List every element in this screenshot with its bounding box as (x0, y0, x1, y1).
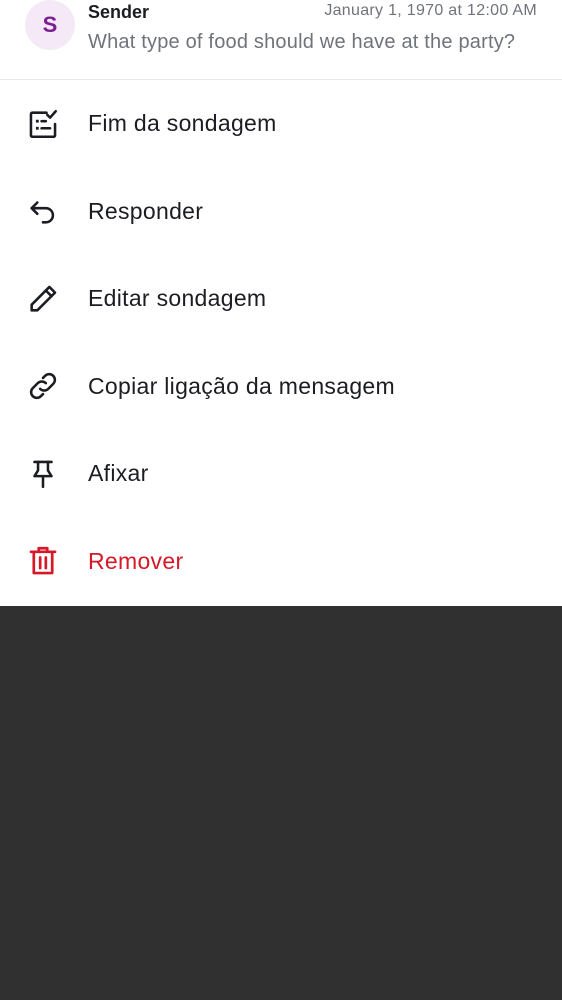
pencil-icon (26, 282, 60, 316)
action-menu: Fim da sondagem Responder Editar sondage… (0, 80, 562, 605)
menu-item-edit-poll[interactable]: Editar sondagem (0, 255, 562, 343)
menu-item-pin[interactable]: Afixar (0, 430, 562, 518)
message-header: S Sender January 1, 1970 at 12:00 AM Wha… (0, 0, 562, 80)
pin-icon (26, 457, 60, 491)
menu-item-label: Copiar ligação da mensagem (88, 372, 395, 399)
menu-item-label: Responder (88, 197, 204, 224)
menu-item-reply[interactable]: Responder (0, 168, 562, 256)
menu-item-label: Fim da sondagem (88, 110, 277, 137)
menu-item-label: Remover (88, 547, 184, 574)
reply-icon (26, 194, 60, 228)
menu-item-copy-link[interactable]: Copiar ligação da mensagem (0, 343, 562, 431)
trash-icon (26, 544, 60, 578)
backdrop-scrim[interactable] (0, 606, 562, 1000)
menu-item-end-poll[interactable]: Fim da sondagem (0, 80, 562, 168)
message-action-sheet: S Sender January 1, 1970 at 12:00 AM Wha… (0, 0, 562, 606)
avatar: S (25, 0, 75, 50)
link-icon (26, 369, 60, 403)
menu-item-label: Editar sondagem (88, 285, 267, 312)
menu-item-label: Afixar (88, 460, 149, 487)
menu-item-remove[interactable]: Remover (0, 518, 562, 606)
message-preview: What type of food should we have at the … (88, 31, 516, 53)
sender-name: Sender (88, 2, 150, 22)
poll-end-icon (26, 107, 60, 141)
message-timestamp: January 1, 1970 at 12:00 AM (324, 2, 537, 19)
